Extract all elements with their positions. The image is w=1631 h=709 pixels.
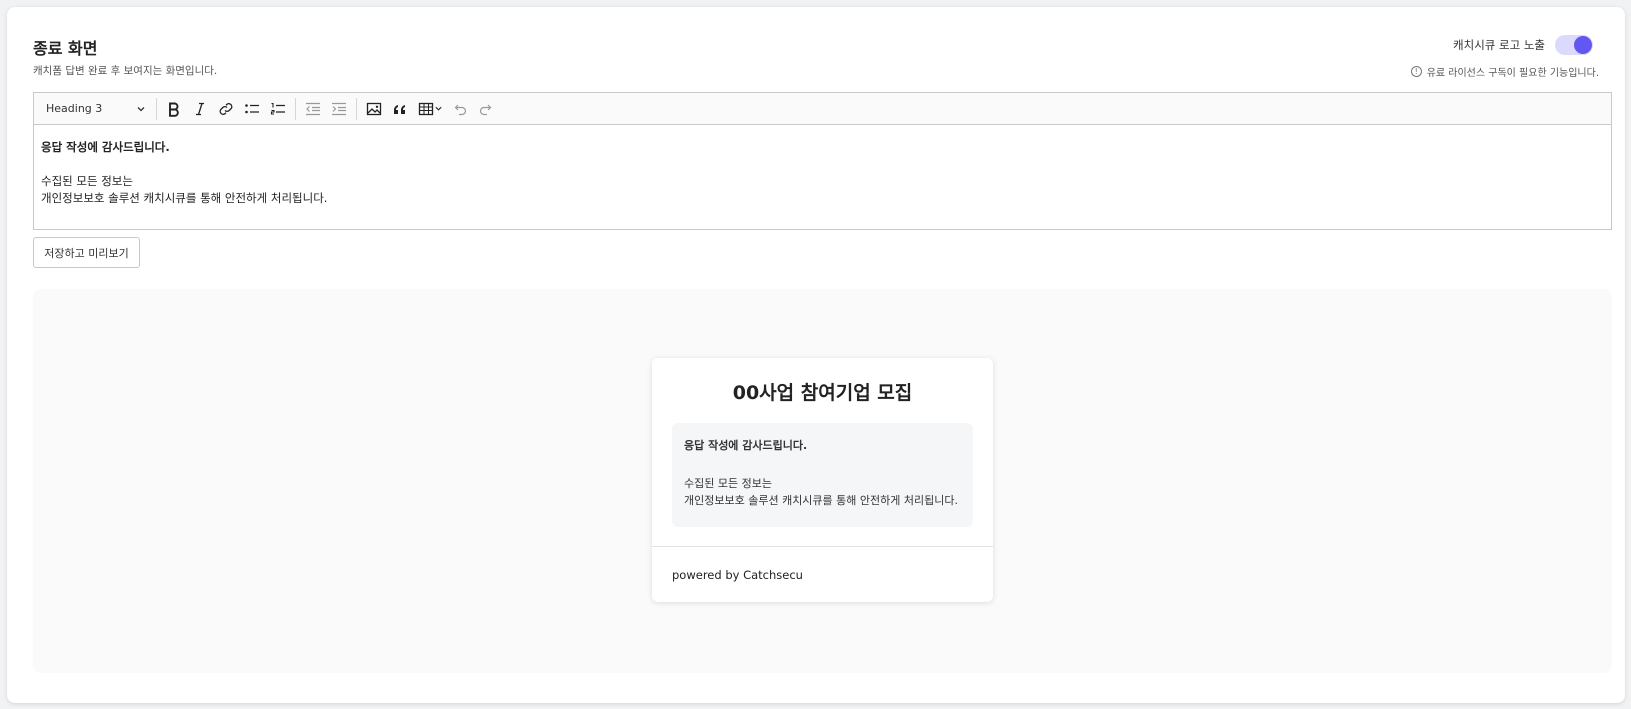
toggle-knob [1574,36,1592,54]
redo-icon [479,104,492,115]
logo-toggle-switch[interactable] [1555,35,1593,55]
preview-text-line: 수집된 모든 정보는 [684,477,772,490]
preview-area: 00사업 참여기업 모집 응답 작성에 감사드립니다. 수집된 모든 정보는 개… [33,289,1612,673]
editor-toolbar: Heading 3 [34,93,1611,125]
indent-button[interactable] [326,96,352,122]
powered-by-text: powered by Catchsecu [672,568,803,582]
bulleted-list-icon [245,103,259,113]
info-icon: ! [1410,66,1422,77]
end-screen-settings-card: 종료 화면 캐치폼 답변 완료 후 보여지는 화면입니다. 캐치시큐 로고 노출… [7,7,1625,703]
italic-icon [196,102,204,115]
chevron-down-icon [137,106,145,111]
preview-message-box: 응답 작성에 감사드립니다. 수집된 모든 정보는 개인정보보호 솔루션 캐치시… [672,423,973,527]
link-icon [219,102,233,115]
heading-dropdown-value: Heading 3 [46,102,103,115]
table-icon [418,102,433,115]
rich-text-editor: Heading 3 응답 작성에 감사드립니다. 수집된 모든 정보는 개인정보… [33,92,1612,230]
preview-card: 00사업 참여기업 모집 응답 작성에 감사드립니다. 수집된 모든 정보는 개… [652,358,993,602]
preview-divider [652,546,993,547]
preview-blank-line [684,454,961,475]
bold-icon [169,102,179,117]
preview-text-line: 개인정보보호 솔루션 캐치시큐를 통해 안전하게 처리됩니다. [684,494,958,507]
editor-blank-line [41,156,1604,173]
save-and-preview-button[interactable]: 저장하고 미리보기 [33,237,140,268]
bold-button[interactable] [161,96,187,122]
toolbar-separator [356,97,357,120]
outdent-icon [306,102,320,115]
table-button[interactable] [413,96,447,122]
redo-button[interactable] [473,96,499,122]
blockquote-icon [393,104,405,114]
undo-button[interactable] [447,96,473,122]
editor-text-line: 개인정보보호 솔루션 캐치시큐를 통해 안전하게 처리됩니다. [41,191,328,205]
section-title: 종료 화면 [33,39,98,58]
numbered-list-icon [270,102,285,115]
image-icon [366,102,382,115]
section-description: 캐치폼 답변 완료 후 보여지는 화면입니다. [33,65,218,77]
numbered-list-button[interactable] [265,96,291,122]
blockquote-button[interactable] [387,96,413,122]
license-note: ! 유료 라이선스 구독이 필요한 기능입니다. [1410,64,1599,79]
editor-heading-line: 응답 작성에 감사드립니다. [41,140,170,154]
outdent-button[interactable] [300,96,326,122]
indent-icon [332,102,346,115]
link-button[interactable] [213,96,239,122]
logo-toggle-row: 캐치시큐 로고 노출 [1453,35,1593,55]
bulleted-list-button[interactable] [239,96,265,122]
chevron-down-icon [434,106,442,111]
undo-icon [454,104,467,115]
editor-content[interactable]: 응답 작성에 감사드립니다. 수집된 모든 정보는 개인정보보호 솔루션 캐치시… [34,125,1611,221]
preview-heading-line: 응답 작성에 감사드립니다. [684,439,808,452]
logo-toggle-label: 캐치시큐 로고 노출 [1453,38,1545,52]
italic-button[interactable] [187,96,213,122]
preview-title: 00사업 참여기업 모집 [732,382,913,404]
toolbar-separator [295,97,296,120]
license-note-text: 유료 라이선스 구독이 필요한 기능입니다. [1426,68,1599,79]
image-button[interactable] [361,96,387,122]
editor-text-line: 수집된 모든 정보는 [41,174,133,188]
heading-dropdown[interactable]: Heading 3 [40,96,152,122]
toolbar-separator [156,97,157,120]
